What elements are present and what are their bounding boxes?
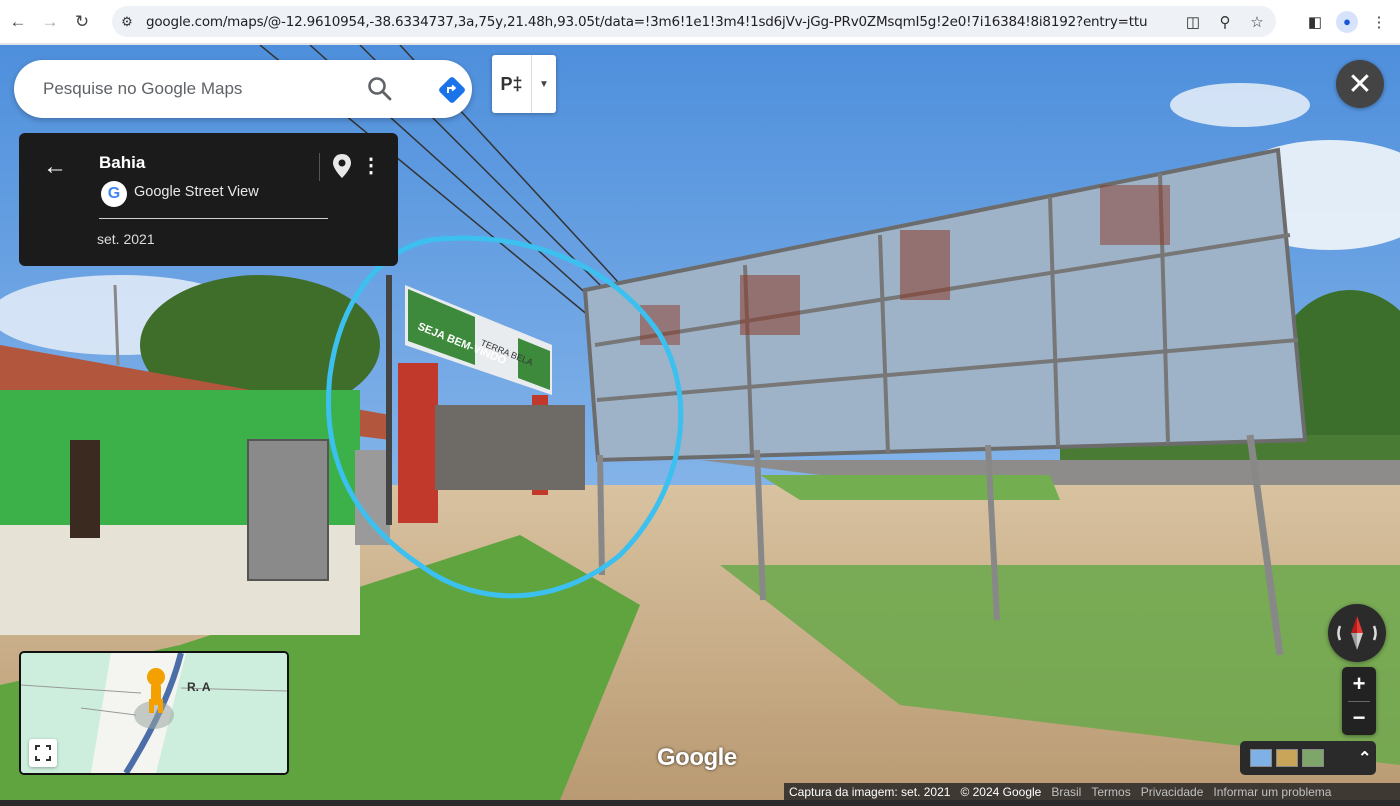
- side-panel-icon[interactable]: ◧: [1300, 13, 1330, 31]
- terms-link[interactable]: Termos: [1086, 785, 1135, 799]
- imagery-layers-bar[interactable]: ⌃: [1240, 741, 1376, 775]
- directions-icon[interactable]: [438, 76, 466, 104]
- location-title: Bahia: [99, 153, 146, 172]
- privacy-link[interactable]: Privacidade: [1136, 785, 1209, 799]
- site-info-icon[interactable]: ⚙: [112, 7, 142, 37]
- back-arrow-icon[interactable]: ←: [43, 153, 67, 181]
- photo-mode-button[interactable]: P‡ ▼: [492, 55, 556, 113]
- google-logo-icon: G: [101, 181, 127, 207]
- location-pin-icon[interactable]: [331, 153, 353, 179]
- mini-map-road-label: R. A: [187, 680, 211, 694]
- country-link[interactable]: Brasil: [1046, 785, 1086, 799]
- compass-control[interactable]: [1328, 604, 1386, 662]
- divider: [99, 218, 328, 219]
- search-box: [14, 60, 472, 118]
- bottom-edge: [0, 800, 1400, 806]
- more-options-icon[interactable]: ⋮: [361, 153, 381, 179]
- imagery-source[interactable]: Google Street View: [134, 184, 259, 200]
- divider: [319, 153, 320, 181]
- imagery-thumbnail[interactable]: [1250, 749, 1272, 767]
- search-icon[interactable]: [366, 75, 394, 103]
- divider: [1348, 701, 1370, 702]
- expand-up-icon[interactable]: ⌃: [1358, 748, 1371, 768]
- pegman-label[interactable]: P‡: [492, 55, 532, 113]
- compass-icon[interactable]: [1328, 604, 1386, 662]
- expand-map-icon[interactable]: [29, 739, 57, 767]
- caret-down-icon[interactable]: ▼: [532, 55, 556, 113]
- address-bar[interactable]: ⚙ google.com/maps/@-12.9610954,-38.63347…: [112, 6, 1276, 37]
- mini-map[interactable]: R. A: [19, 651, 289, 775]
- back-arrow-icon[interactable]: ←: [2, 6, 34, 38]
- imagery-thumbnail[interactable]: [1276, 749, 1298, 767]
- zoom-control: + −: [1342, 667, 1376, 735]
- report-problem-link[interactable]: Informar um problema: [1208, 785, 1336, 799]
- reload-icon[interactable]: ↻: [66, 6, 98, 38]
- capture-date-text: Captura da imagem: set. 2021: [789, 784, 951, 799]
- close-street-view-button[interactable]: ✕: [1336, 60, 1384, 108]
- profile-icon[interactable]: ●: [1336, 10, 1358, 33]
- search-input[interactable]: [43, 79, 343, 99]
- imagery-thumbnail[interactable]: [1302, 749, 1324, 767]
- zoom-in-button[interactable]: +: [1342, 667, 1376, 701]
- copyright-text: © 2024 Google: [960, 784, 1042, 799]
- url-text[interactable]: google.com/maps/@-12.9610954,-38.6334737…: [146, 14, 1147, 30]
- mini-map-graphic: [21, 653, 287, 773]
- forward-arrow-icon[interactable]: →: [34, 6, 66, 38]
- location-info-card: ← Bahia ⋮ G Google Street View set. 2021: [19, 133, 398, 266]
- bookmark-star-icon[interactable]: ☆: [1246, 13, 1268, 31]
- google-watermark: Google: [657, 744, 737, 771]
- map-footer: Captura da imagem: set. 2021 © 2024 Goog…: [784, 783, 1400, 800]
- capture-date[interactable]: set. 2021: [97, 231, 155, 247]
- close-icon[interactable]: ✕: [1347, 67, 1372, 102]
- zoom-out-button[interactable]: −: [1342, 701, 1376, 735]
- browser-toolbar: ← → ↻ ⚙ google.com/maps/@-12.9610954,-38…: [0, 0, 1400, 44]
- zoom-icon[interactable]: ⚲: [1214, 13, 1236, 31]
- menu-icon[interactable]: ⋮: [1364, 13, 1394, 31]
- install-app-icon[interactable]: ◫: [1182, 13, 1204, 31]
